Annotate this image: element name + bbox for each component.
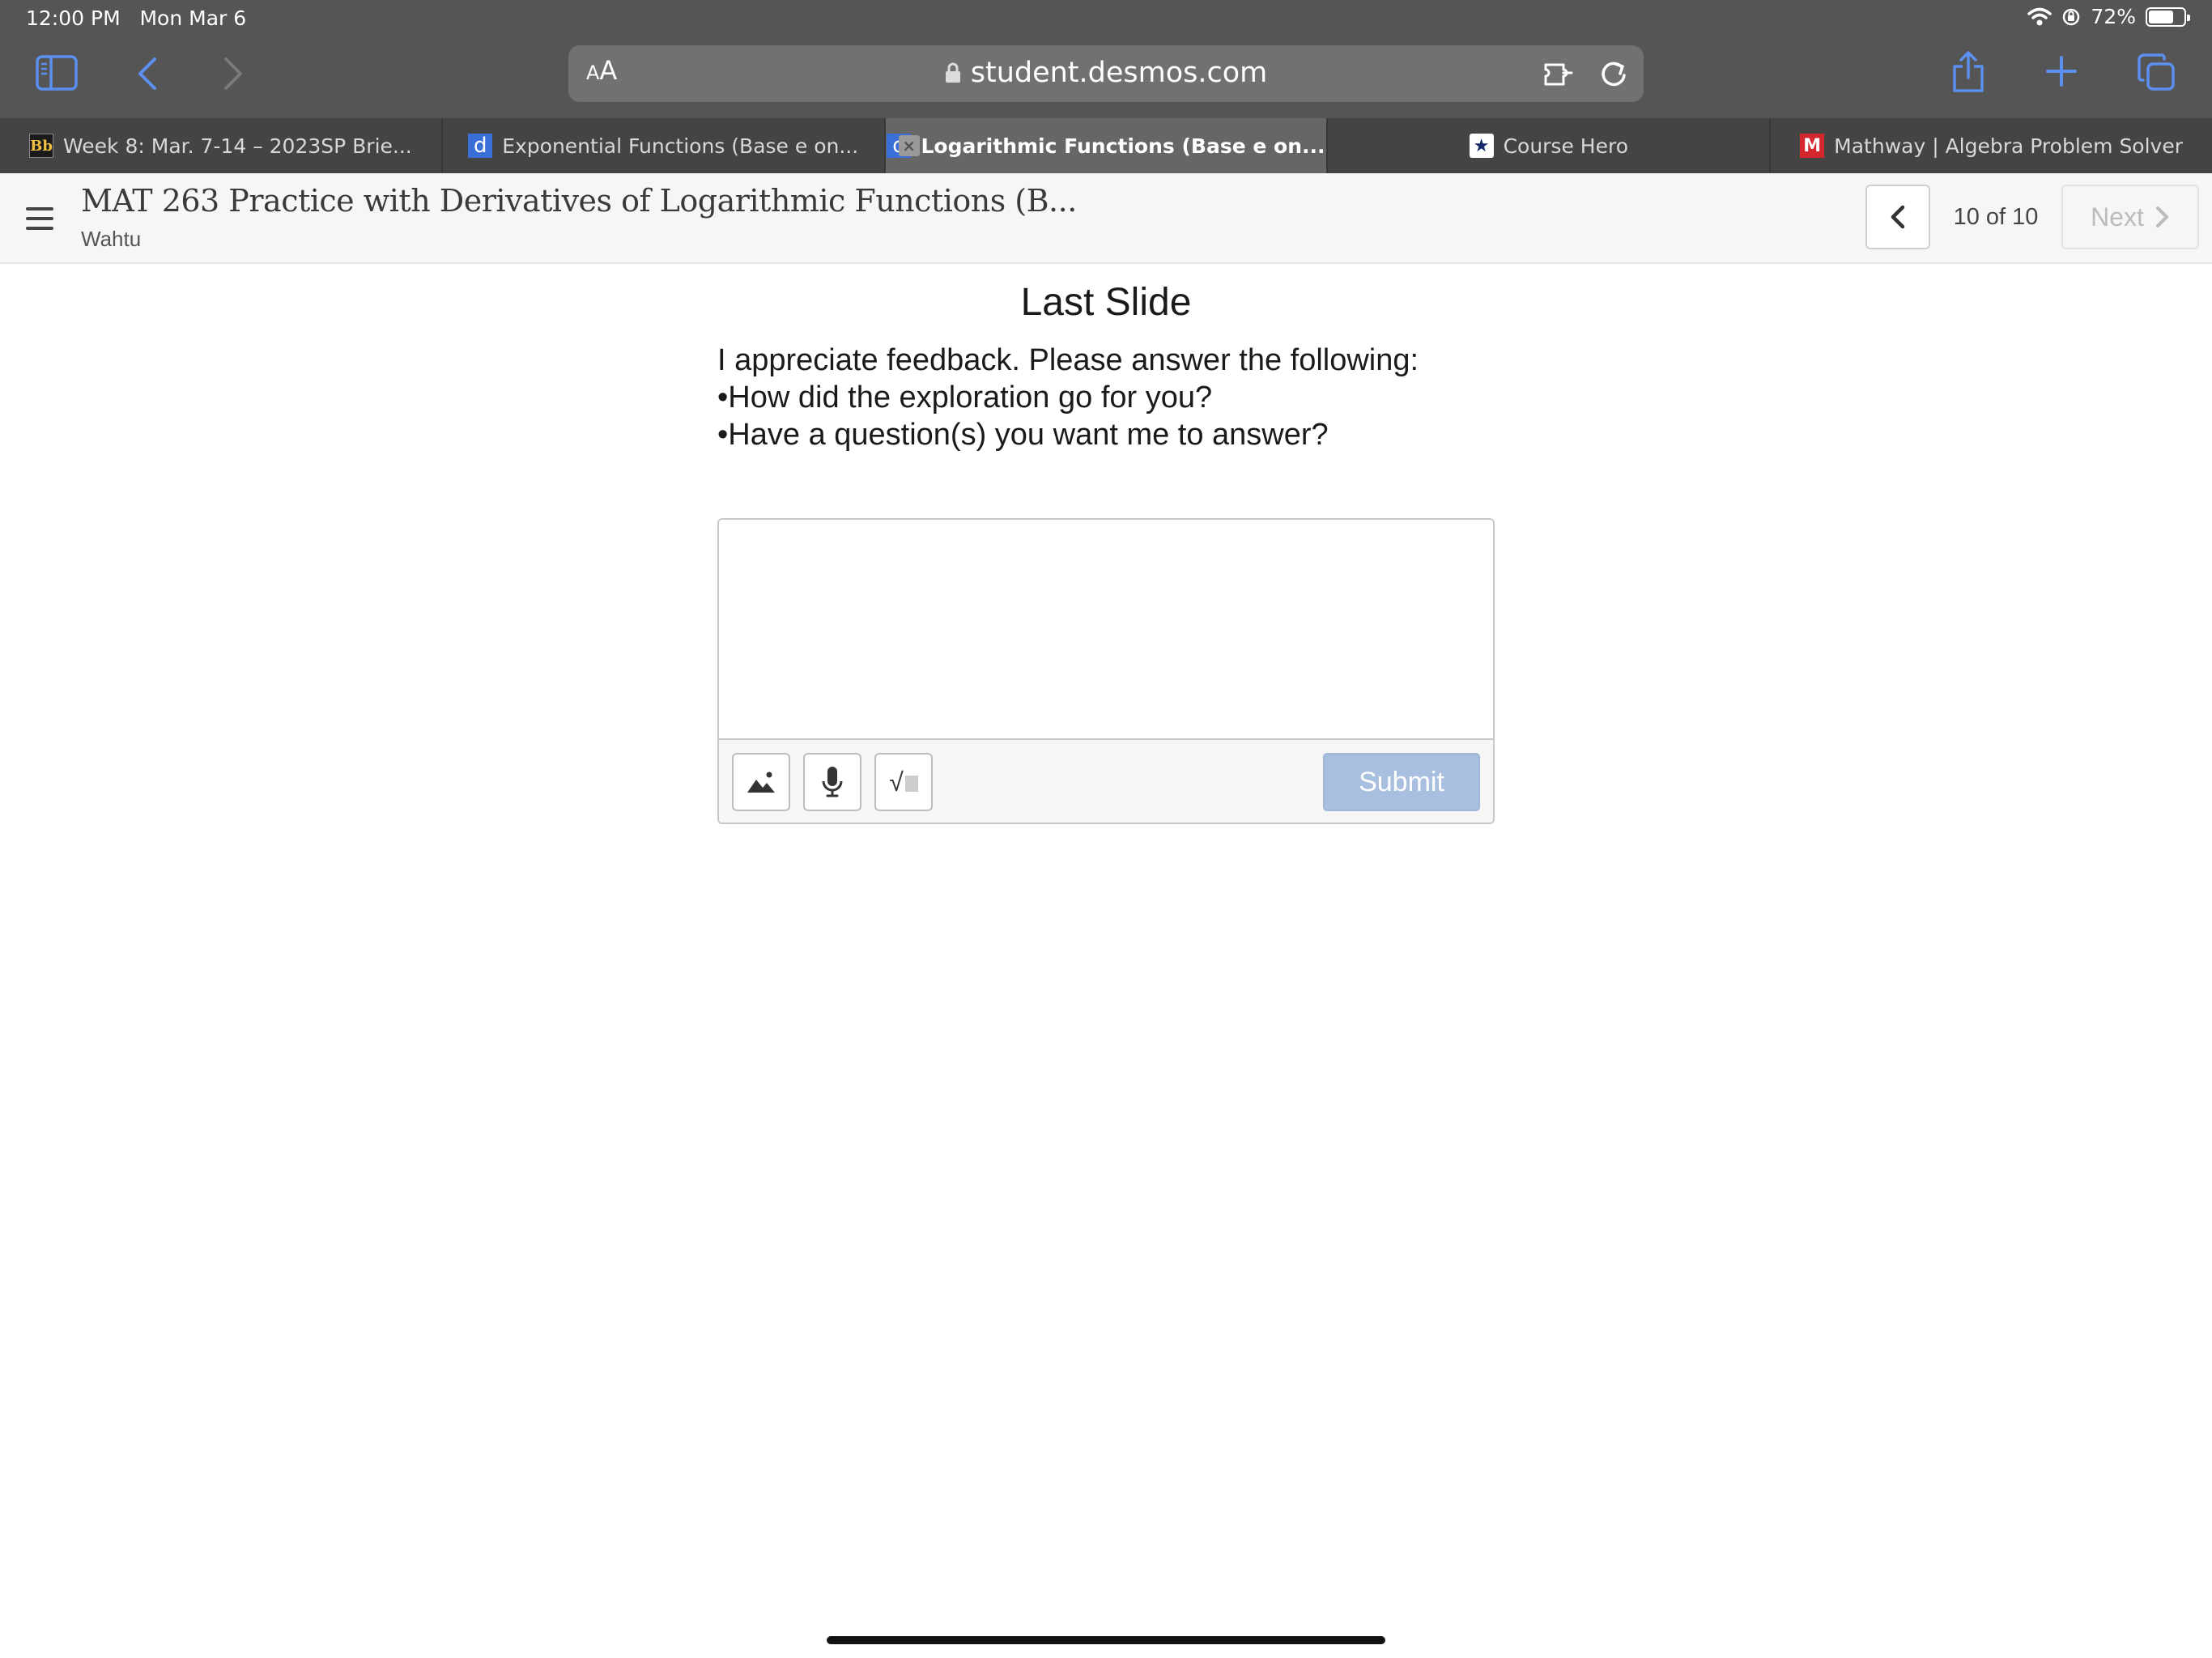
previous-screen-button[interactable] <box>1865 185 1930 249</box>
tab-label: Exponential Functions (Base e on... <box>502 134 859 158</box>
browser-chrome: 12:00 PM Mon Mar 6 72% AA student.desmos… <box>0 0 2212 118</box>
tab-label: Logarithmic Functions (Base e on... <box>921 134 1325 158</box>
activity-title: MAT 263 Practice with Derivatives of Log… <box>81 183 1077 219</box>
reload-icon[interactable] <box>1597 57 1631 91</box>
status-date: Mon Mar 6 <box>139 6 247 30</box>
tab-label: Week 8: Mar. 7-14 – 2023SP Brie... <box>63 134 412 158</box>
address-bar[interactable]: AA student.desmos.com <box>568 45 1644 102</box>
tab-label: Mathway | Algebra Problem Solver <box>1834 134 2184 158</box>
placeholder-box <box>904 776 918 792</box>
tab-course-hero[interactable]: ★ Course Hero <box>1328 118 1772 173</box>
battery-fill <box>2149 10 2174 23</box>
response-input[interactable] <box>719 520 1493 738</box>
status-time: 12:00 PM Mon Mar 6 <box>26 6 246 30</box>
chevron-right-icon <box>2155 206 2168 227</box>
url-text: student.desmos.com <box>970 57 1268 89</box>
chevron-left-icon <box>1891 205 1905 229</box>
submit-button[interactable]: Submit <box>1323 753 1480 811</box>
square-root-icon: √ <box>889 767 918 797</box>
forward-icon[interactable] <box>219 53 248 94</box>
battery-percent: 72% <box>2091 5 2136 28</box>
tab-exponential-functions[interactable]: d Exponential Functions (Base e on... <box>443 118 886 173</box>
share-icon[interactable] <box>1950 49 1987 96</box>
wifi-icon <box>2027 7 2052 25</box>
back-icon[interactable] <box>133 53 162 94</box>
status-indicators: 72% <box>2027 5 2190 28</box>
response-toolbar: √ Submit <box>719 738 1493 823</box>
tab-label: Course Hero <box>1503 134 1628 158</box>
battery-icon <box>2146 6 2190 27</box>
record-audio-button[interactable] <box>803 753 861 811</box>
desmos-favicon-icon: d <box>468 134 493 158</box>
response-box: √ Submit <box>717 518 1495 824</box>
extension-icon[interactable] <box>1542 58 1577 91</box>
tab-mathway[interactable]: M Mathway | Algebra Problem Solver <box>1771 118 2212 173</box>
slide-prompt: I appreciate feedback. Please answer the… <box>717 342 1419 453</box>
orientation-lock-icon <box>2063 8 2080 25</box>
tab-close-icon[interactable]: × <box>898 135 920 156</box>
course-hero-favicon-icon: ★ <box>1469 134 1494 158</box>
status-clock: 12:00 PM <box>26 6 121 30</box>
class-name: Wahtu <box>81 227 142 251</box>
new-tab-icon[interactable] <box>2044 53 2079 89</box>
tab-logarithmic-functions[interactable]: × d Logarithmic Functions (Base e on... <box>885 118 1329 173</box>
blackboard-favicon-icon: Bb <box>29 134 54 158</box>
prompt-line: •Have a question(s) you want me to answe… <box>717 418 1329 452</box>
url-display[interactable]: student.desmos.com <box>568 57 1644 89</box>
root-glyph: √ <box>889 767 904 797</box>
tab-blackboard-week-8[interactable]: Bb Week 8: Mar. 7-14 – 2023SP Brie... <box>0 118 443 173</box>
next-screen-button[interactable]: Next <box>2061 185 2199 249</box>
lock-icon <box>945 62 960 83</box>
prompt-line: •How did the exploration go for you? <box>717 380 1213 414</box>
activity-header: MAT 263 Practice with Derivatives of Log… <box>0 173 2212 264</box>
menu-icon[interactable] <box>26 207 53 230</box>
microphone-icon <box>822 767 843 797</box>
image-icon <box>747 772 775 793</box>
math-input-button[interactable]: √ <box>874 753 933 811</box>
tabs-overview-icon[interactable] <box>2136 52 2176 92</box>
mathway-favicon-icon: M <box>1800 134 1825 158</box>
next-label: Next <box>2091 202 2144 232</box>
slide-title: Last Slide <box>1020 281 1192 324</box>
browser-tab-bar: Bb Week 8: Mar. 7-14 – 2023SP Brie... d … <box>0 118 2212 173</box>
screen-counter: 10 of 10 <box>1953 204 2039 230</box>
insert-image-button[interactable] <box>732 753 790 811</box>
home-indicator <box>827 1636 1385 1644</box>
sidebar-icon[interactable] <box>34 53 79 92</box>
prompt-line: I appreciate feedback. Please answer the… <box>717 343 1419 377</box>
